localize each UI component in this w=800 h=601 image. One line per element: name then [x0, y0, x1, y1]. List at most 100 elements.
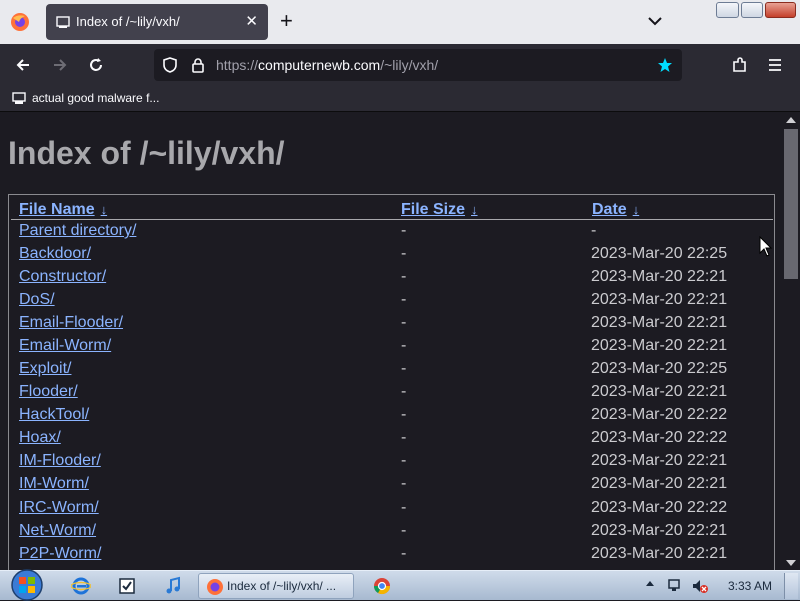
tab-title: Index of /~lily/vxh/: [76, 14, 180, 29]
column-header-file-name[interactable]: File Name ↓: [19, 201, 107, 219]
window-close-button[interactable]: [765, 2, 797, 18]
table-row: Email-Flooder/ - 2023-Mar-20 22:21: [9, 314, 774, 337]
file-size: -: [401, 383, 407, 400]
column-header-date[interactable]: Date ↓: [592, 201, 639, 219]
scrollbar-thumb[interactable]: [784, 129, 798, 279]
tab-active[interactable]: Index of /~lily/vxh/ ✕: [46, 4, 268, 40]
table-row: Constructor/ - 2023-Mar-20 22:21: [9, 268, 774, 291]
firefox-icon: [207, 579, 223, 595]
file-name-link[interactable]: IRC-Worm/: [19, 499, 99, 517]
bookmark-star-icon[interactable]: [657, 57, 673, 73]
column-header-file-size[interactable]: File Size ↓: [401, 201, 478, 219]
file-name-link[interactable]: HackTool/: [19, 406, 89, 424]
network-icon[interactable]: [666, 576, 686, 596]
navigation-toolbar: https://computernewb.com/~lily/vxh/: [0, 44, 800, 86]
new-tab-button[interactable]: +: [280, 10, 293, 32]
file-name-link[interactable]: Flooder/: [19, 383, 78, 401]
hamburger-menu-icon[interactable]: [766, 56, 784, 74]
file-date: 2023-Mar-20 22:22: [591, 429, 728, 446]
windows-start-icon[interactable]: [6, 569, 48, 601]
itunes-icon[interactable]: [163, 576, 183, 596]
scroll-down-arrow-icon[interactable]: [786, 560, 796, 566]
file-name-link[interactable]: Backdoor/: [19, 245, 91, 263]
file-size: -: [401, 545, 407, 562]
table-row: IM-Flooder/ - 2023-Mar-20 22:21: [9, 452, 774, 475]
file-size: -: [401, 245, 407, 262]
file-size: -: [401, 337, 407, 354]
bookmarks-toolbar: actual good malware f...: [0, 86, 800, 112]
shield-icon[interactable]: [162, 57, 178, 73]
vertical-scrollbar[interactable]: [782, 113, 800, 570]
file-name-link[interactable]: Email-Worm/: [19, 337, 111, 355]
file-name-link[interactable]: Exploit/: [19, 360, 71, 378]
table-row: P2P-Worm/ - 2023-Mar-20 22:21: [9, 545, 774, 568]
url-scheme: https://: [216, 57, 259, 73]
checkbox-app-icon[interactable]: [117, 576, 137, 596]
file-size: -: [401, 429, 407, 446]
file-size: -: [401, 475, 407, 492]
tab-bar: Index of /~lily/vxh/ ✕ +: [0, 0, 800, 44]
file-date: 2023-Mar-20 22:21: [591, 522, 728, 539]
list-all-tabs-icon[interactable]: [646, 12, 664, 30]
file-size: -: [401, 360, 407, 377]
file-size: -: [401, 522, 407, 539]
file-name-link[interactable]: IM-Worm/: [19, 475, 89, 493]
page-title: Index of /~lily/vxh/: [8, 135, 285, 171]
maximize-button[interactable]: [740, 2, 764, 18]
table-header: File Name ↓ File Size ↓ Date ↓: [11, 198, 773, 220]
window-controls: [716, 2, 797, 18]
back-icon[interactable]: [14, 56, 32, 74]
minimize-button[interactable]: [716, 2, 739, 18]
file-date: 2023-Mar-20 22:25: [591, 360, 728, 377]
tray-expand-icon[interactable]: [646, 581, 654, 586]
taskbar-firefox-window[interactable]: Index of /~lily/vxh/ ...: [198, 573, 354, 599]
table-row: IM-Worm/ - 2023-Mar-20 22:21: [9, 475, 774, 498]
mouse-cursor-icon: [759, 236, 773, 257]
file-name-link[interactable]: Email-Flooder/: [19, 314, 123, 332]
volume-muted-icon[interactable]: [690, 576, 710, 596]
file-name-link[interactable]: Net-Worm/: [19, 522, 96, 540]
table-row: DoS/ - 2023-Mar-20 22:21: [9, 291, 774, 314]
file-date: 2023-Mar-20 22:22: [591, 406, 728, 423]
file-name-link[interactable]: Hoax/: [19, 429, 61, 447]
file-size: -: [401, 222, 407, 239]
firefox-menu-icon[interactable]: [10, 12, 30, 32]
file-date: 2023-Mar-20 22:22: [591, 499, 728, 516]
taskbar-clock[interactable]: 3:33 AM: [728, 579, 772, 593]
url-host: computernewb.com: [258, 57, 381, 73]
file-date: 2023-Mar-20 22:21: [591, 291, 728, 308]
file-name-link[interactable]: IM-Flooder/: [19, 452, 101, 470]
file-size: -: [401, 406, 407, 423]
file-name-link[interactable]: DoS/: [19, 291, 55, 309]
chrome-icon[interactable]: [372, 576, 392, 596]
show-desktop-button[interactable]: [784, 573, 798, 599]
file-size: -: [401, 268, 407, 285]
scroll-up-arrow-icon[interactable]: [786, 117, 796, 123]
sort-arrow-icon: ↓: [100, 202, 108, 217]
address-bar[interactable]: https://computernewb.com/~lily/vxh/: [154, 49, 682, 81]
file-date: 2023-Mar-20 22:21: [591, 337, 728, 354]
extensions-icon[interactable]: [731, 56, 749, 74]
tab-close-icon[interactable]: ✕: [245, 12, 258, 30]
sort-arrow-icon: ↓: [471, 202, 478, 217]
bookmark-favicon-icon: [12, 92, 26, 104]
forward-icon[interactable]: [51, 56, 69, 74]
file-date: 2023-Mar-20 22:21: [591, 545, 728, 562]
file-date: 2023-Mar-20 22:21: [591, 268, 728, 285]
table-row: Flooder/ - 2023-Mar-20 22:21: [9, 383, 774, 406]
reload-icon[interactable]: [87, 56, 105, 74]
lock-icon[interactable]: [190, 57, 206, 73]
table-row: Net-Worm/ - 2023-Mar-20 22:21: [9, 522, 774, 545]
internet-explorer-icon[interactable]: [71, 576, 91, 596]
file-name-link[interactable]: Parent directory/: [19, 222, 136, 240]
page-content: Index of /~lily/vxh/ File Name ↓ File Siz…: [0, 113, 782, 570]
file-date: 2023-Mar-20 22:21: [591, 452, 728, 469]
file-name-link[interactable]: Constructor/: [19, 268, 106, 286]
url-text[interactable]: https://computernewb.com/~lily/vxh/: [216, 57, 438, 73]
file-name-link[interactable]: P2P-Worm/: [19, 545, 101, 563]
table-row: Parent directory/ - -: [9, 222, 774, 245]
bookmark-item[interactable]: actual good malware f...: [32, 91, 159, 105]
table-row: Hoax/ - 2023-Mar-20 22:22: [9, 429, 774, 452]
file-size: -: [401, 314, 407, 331]
directory-listing-table: File Name ↓ File Size ↓ Date ↓ Parent direc…: [8, 194, 775, 570]
